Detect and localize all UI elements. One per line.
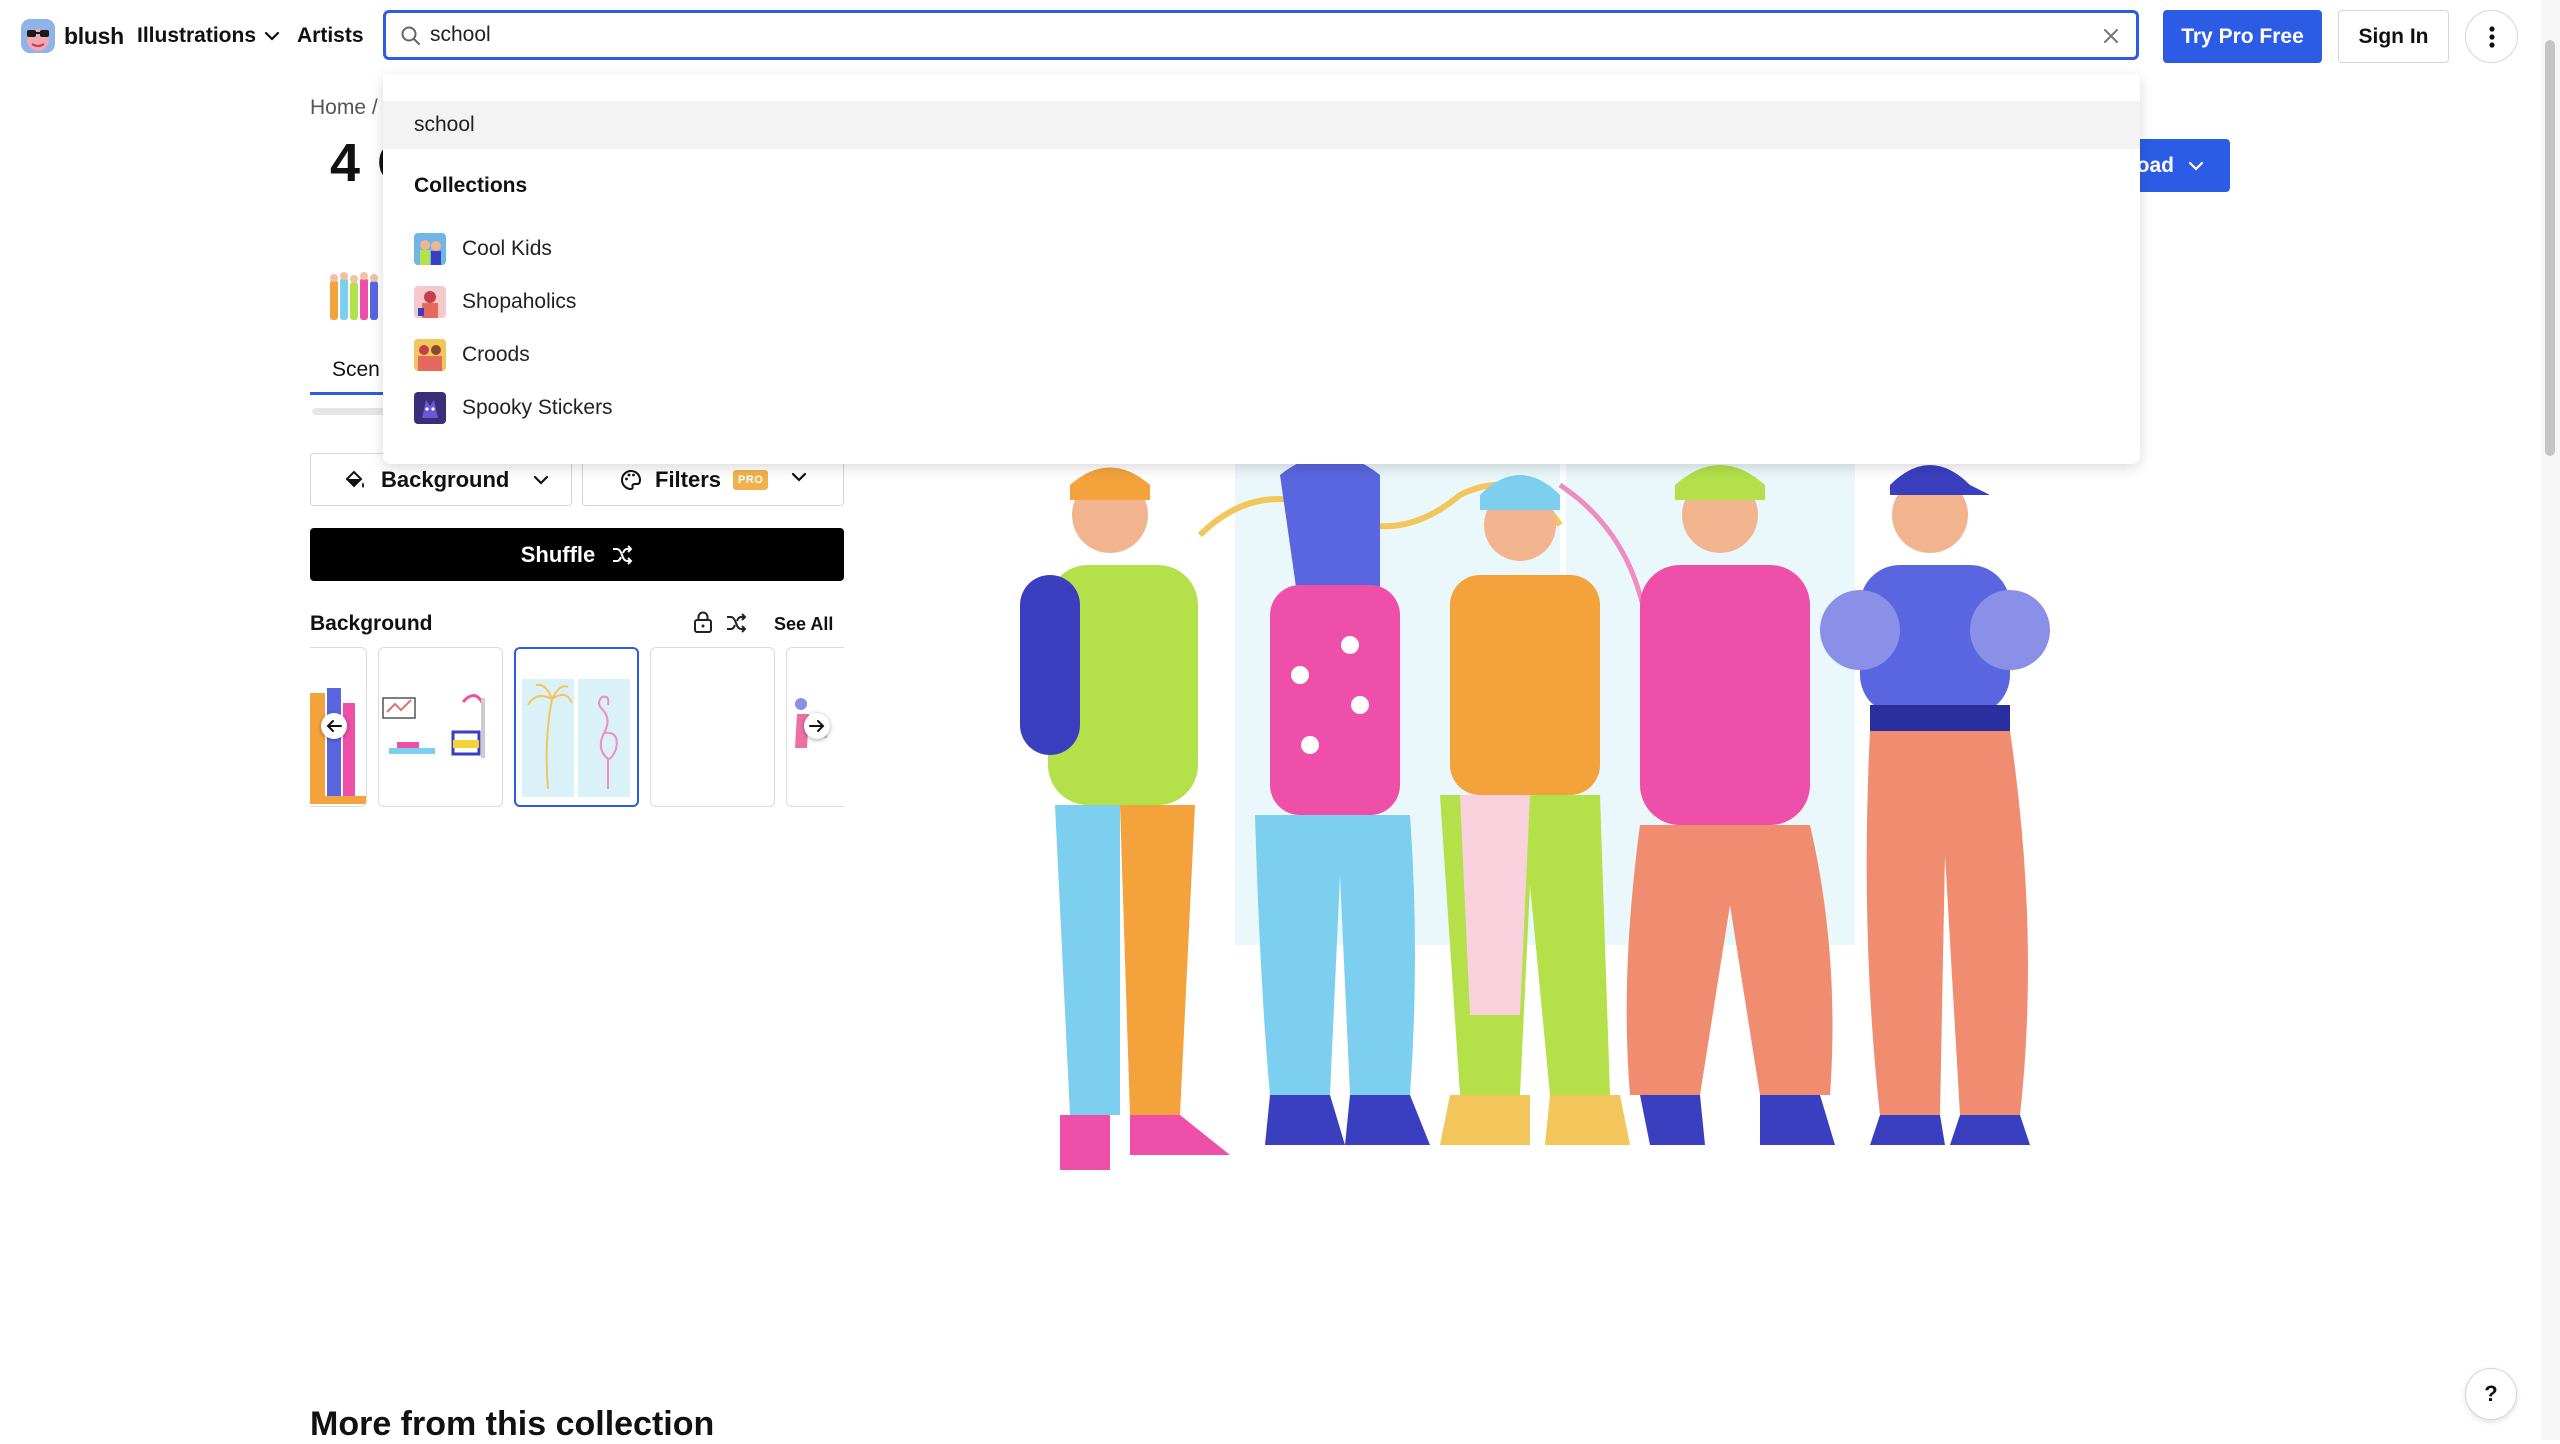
more-vertical-icon [2488,25,2495,48]
blush-logo[interactable]: blush [20,18,124,54]
collection-thumbnail[interactable] [326,272,386,328]
suggestion-query[interactable]: school [383,101,2140,149]
background-thumbnail[interactable] [378,647,503,807]
nav-illustrations-label: Illustrations [137,24,257,47]
paint-bucket-icon [345,470,364,488]
suggestion-collection-shopaholics[interactable]: Shopaholics [414,284,2104,320]
logo-text: blush [64,22,124,49]
suggestion-label: Cool Kids [462,237,552,260]
background-thumbnail[interactable] [650,647,775,807]
chevron-down-icon [534,475,549,485]
search-suggestions-dropdown: school Collections Cool Kids Shopaholics… [383,74,2140,464]
lock-icon[interactable] [692,610,714,634]
background-thumbnail-art [522,679,630,797]
shuffle-label: Shuffle [520,541,596,567]
main-illustration [1020,455,2050,1170]
see-all-link[interactable]: See All [774,614,833,635]
arrow-left-icon [326,720,342,732]
next-arrow-button[interactable] [804,713,830,739]
search-input[interactable] [430,13,2050,57]
suggestion-label: Croods [462,343,530,366]
page-scrollbar-thumb[interactable] [2545,40,2555,456]
background-thumbnail-art [382,694,485,758]
breadcrumb[interactable]: Home / [310,96,378,120]
help-button[interactable]: ? [2465,1368,2517,1420]
nav-artists-link[interactable]: Artists [297,24,364,48]
try-pro-free-button[interactable]: Try Pro Free [2163,10,2322,63]
filters-dropdown-label: Filters [655,466,722,492]
search-box[interactable] [383,10,2139,60]
blush-logo-icon [21,19,55,53]
more-from-collection-heading: More from this collection [310,1405,715,1443]
background-dropdown-label: Background [381,466,510,492]
suggestion-collection-spooky-stickers[interactable]: Spooky Stickers [414,390,2104,426]
chevron-down-icon [2188,161,2204,171]
chevron-down-icon [791,472,807,482]
close-icon[interactable] [2100,25,2122,47]
collection-thumbnail-icon [414,286,446,318]
search-icon [401,26,420,45]
top-bar: blush Illustrations Artists Try Pro Free… [0,0,2560,74]
previous-arrow-button[interactable] [321,713,347,739]
collection-thumbnail-icon [414,392,446,424]
suggestion-collection-croods[interactable]: Croods [414,337,2104,373]
suggestion-collection-cool-kids[interactable]: Cool Kids [414,231,2104,267]
collections-heading: Collections [414,174,528,197]
collection-thumbnail-icon [414,233,446,265]
help-icon: ? [2484,1381,2498,1406]
sign-in-button[interactable]: Sign In [2338,10,2449,63]
shuffle-icon[interactable] [725,612,747,634]
chevron-down-icon [264,31,280,41]
shuffle-button[interactable]: Shuffle [310,528,844,581]
suggestion-label: Shopaholics [462,290,577,313]
download-label: oad [2136,153,2174,177]
shuffle-icon [613,544,633,565]
nav-illustrations-menu[interactable]: Illustrations [137,24,280,48]
background-section-label: Background [310,612,433,635]
background-thumbnail-strip [310,647,844,807]
palette-icon [621,469,642,490]
suggestion-label: Spooky Stickers [462,396,613,419]
pro-badge: PRO [733,469,769,490]
collection-thumbnail-icon [414,339,446,371]
more-options-button[interactable] [2465,10,2518,63]
background-thumbnail[interactable] [514,647,639,807]
arrow-right-icon [809,720,825,732]
